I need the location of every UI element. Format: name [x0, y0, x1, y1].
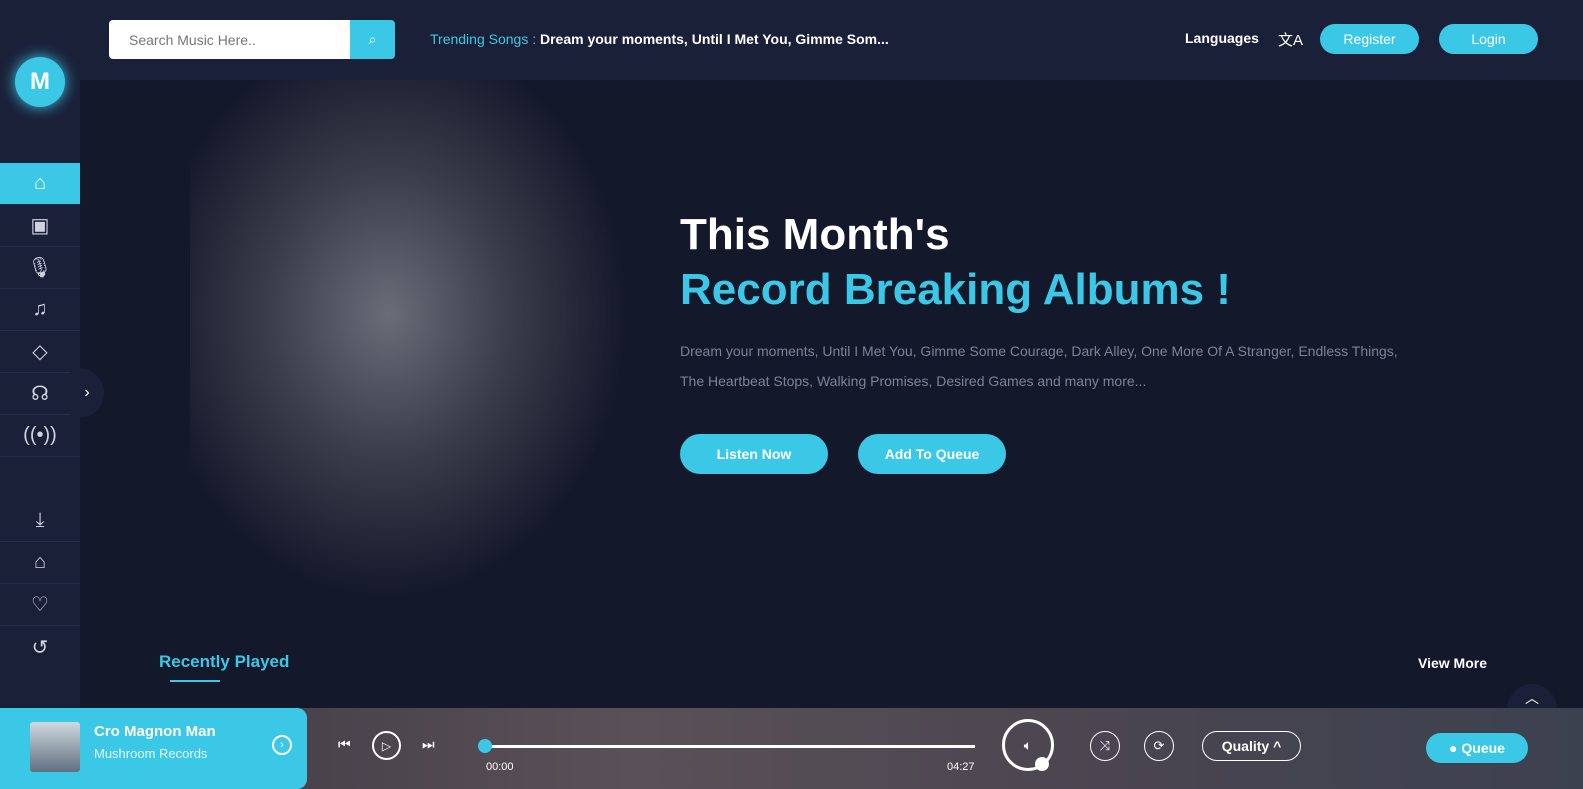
- sidebar: M ⌂ ▣ 🎙︎ ♫ ◇ ☊ ((•)) ⤓ ⌂ ♡ ↺: [0, 0, 80, 789]
- music-folder-icon[interactable]: ♫: [0, 289, 80, 331]
- current-time: 00:00: [486, 761, 514, 773]
- recently-played-title: Recently Played: [159, 652, 290, 671]
- history-icon[interactable]: ↺: [0, 626, 80, 668]
- track-title: Cro Magnon Man: [94, 723, 216, 740]
- languages-label[interactable]: Languages: [1185, 30, 1259, 46]
- hero-singer-image: [190, 80, 630, 600]
- search-input[interactable]: [109, 20, 350, 59]
- play-icon[interactable]: ▷: [372, 731, 401, 760]
- trending-label: Trending Songs :: [430, 31, 537, 47]
- track-artist: Mushroom Records: [94, 746, 208, 761]
- listen-now-button[interactable]: Listen Now: [680, 434, 828, 474]
- expand-sidebar-button[interactable]: ›: [70, 368, 104, 418]
- register-button[interactable]: Register: [1320, 24, 1419, 54]
- trending-songs: Trending Songs : Dream your moments, Unt…: [430, 31, 889, 47]
- search-button[interactable]: ⌕: [350, 20, 395, 59]
- queue-button[interactable]: ● Queue: [1426, 733, 1528, 763]
- translate-icon[interactable]: 文A: [1278, 29, 1303, 50]
- scroll-top-button[interactable]: ︿: [1507, 684, 1557, 710]
- heart-icon[interactable]: ♡: [0, 584, 80, 626]
- headphones-icon[interactable]: ☊: [0, 373, 80, 415]
- quality-dropdown[interactable]: Quality ^: [1202, 731, 1301, 761]
- next-icon[interactable]: ⏭: [422, 736, 435, 753]
- microphone-icon[interactable]: 🎙︎: [0, 247, 80, 289]
- previous-icon[interactable]: ⏮: [338, 736, 351, 753]
- shuffle-icon[interactable]: ⤨: [1090, 731, 1120, 761]
- shopping-bag-icon[interactable]: ⌂: [0, 542, 80, 584]
- track-details-icon[interactable]: ›: [272, 735, 292, 755]
- diamond-icon[interactable]: ◇: [0, 331, 80, 373]
- radio-icon[interactable]: ((•)): [0, 415, 80, 457]
- track-thumbnail: [30, 722, 80, 772]
- logo[interactable]: M: [15, 57, 65, 107]
- hero-subtitle: Record Breaking Albums !: [680, 265, 1231, 314]
- title-underline: [170, 680, 220, 682]
- login-button[interactable]: Login: [1439, 24, 1538, 54]
- hero-description: Dream your moments, Until I Met You, Gim…: [680, 343, 1398, 389]
- add-to-queue-button[interactable]: Add To Queue: [858, 434, 1006, 474]
- progress-track[interactable]: [485, 745, 975, 748]
- home-icon[interactable]: ⌂: [0, 163, 80, 205]
- trending-list[interactable]: Dream your moments, Until I Met You, Gim…: [540, 31, 889, 47]
- repeat-icon[interactable]: ⟳: [1144, 731, 1174, 761]
- view-more-link[interactable]: View More: [1418, 655, 1487, 671]
- queue-label: Queue: [1461, 740, 1505, 756]
- volume-handle[interactable]: [1035, 757, 1049, 771]
- albums-icon[interactable]: ▣: [0, 205, 80, 247]
- download-icon[interactable]: ⤓: [0, 500, 80, 542]
- hero-title: This Month's: [680, 210, 950, 259]
- quality-label: Quality: [1221, 738, 1270, 754]
- queue-icon: ●: [1449, 740, 1462, 756]
- progress-handle[interactable]: [478, 739, 492, 753]
- search-icon: ⌕: [368, 31, 377, 47]
- duration: 04:27: [947, 761, 975, 773]
